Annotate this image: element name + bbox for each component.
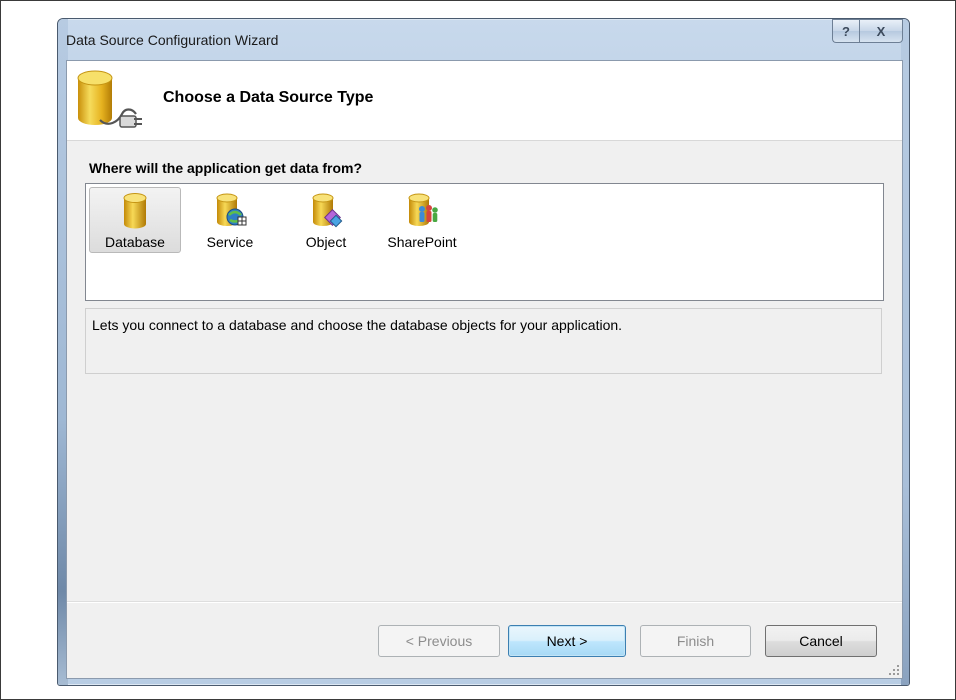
window-title: Data Source Configuration Wizard — [66, 32, 279, 48]
help-button[interactable]: ? — [832, 19, 859, 43]
wizard-window: Data Source Configuration Wizard ? X Cho… — [57, 18, 910, 686]
object-icon — [312, 193, 343, 228]
source-item-database[interactable]: Database — [89, 187, 181, 253]
source-item-label: Database — [105, 234, 165, 250]
description-text: Lets you connect to a database and choos… — [92, 317, 623, 333]
caption-buttons: ? X — [832, 19, 903, 43]
wizard-client-area: Choose a Data Source Type Where will the… — [66, 60, 903, 679]
resize-grip-icon[interactable] — [888, 664, 900, 676]
description-panel: Lets you connect to a database and choos… — [85, 308, 882, 374]
sharepoint-icon — [408, 193, 438, 226]
previous-button[interactable]: < Previous — [378, 625, 500, 657]
cancel-button[interactable]: Cancel — [765, 625, 877, 657]
source-question-label: Where will the application get data from… — [89, 160, 363, 176]
source-item-label: SharePoint — [387, 234, 457, 250]
database-plug-icon — [77, 70, 142, 128]
next-button[interactable]: Next > — [508, 625, 626, 657]
data-source-type-list[interactable]: Database Service Object SharePoint — [85, 183, 884, 301]
close-button[interactable]: X — [859, 19, 903, 43]
source-item-object[interactable]: Object — [280, 187, 372, 253]
title-bar[interactable]: Data Source Configuration Wizard ? X — [58, 19, 909, 59]
button-separator — [67, 601, 902, 602]
help-icon: ? — [842, 23, 850, 39]
close-icon: X — [876, 23, 886, 39]
page-title: Choose a Data Source Type — [163, 89, 374, 106]
database-icon — [123, 193, 147, 229]
finish-button[interactable]: Finish — [640, 625, 751, 657]
source-item-label: Service — [206, 234, 254, 250]
source-item-label: Object — [305, 234, 347, 250]
source-item-service[interactable]: Service — [184, 187, 276, 253]
service-icon — [216, 193, 247, 226]
wizard-header: Choose a Data Source Type — [67, 61, 902, 141]
source-item-sharepoint[interactable]: SharePoint — [376, 187, 468, 253]
